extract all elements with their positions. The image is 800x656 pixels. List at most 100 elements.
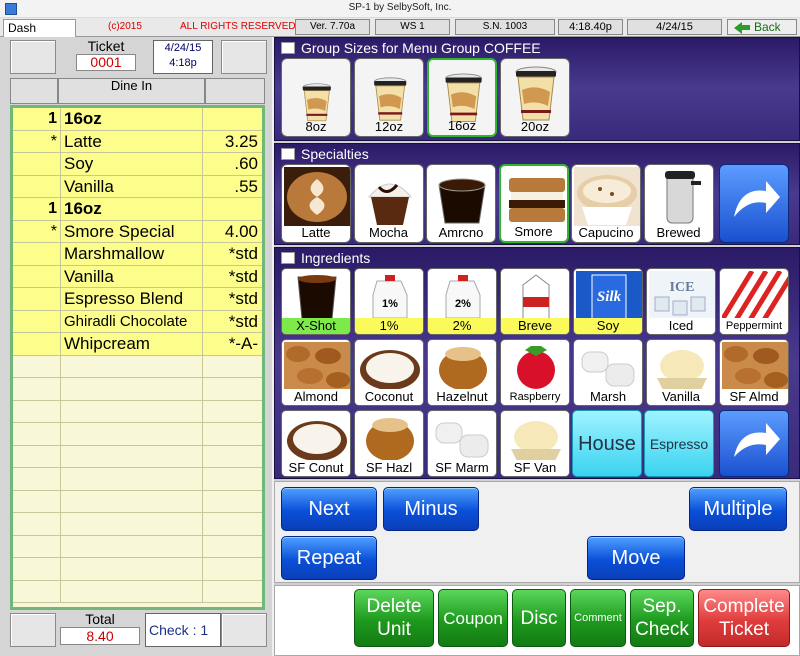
ingredient-coconut[interactable]: Coconut <box>354 339 424 406</box>
table-row[interactable] <box>13 423 262 446</box>
specialty-amrcno[interactable]: Amrcno <box>426 164 496 243</box>
ingredient-hazelnut[interactable]: Hazelnut <box>427 339 497 406</box>
specialty-capucino[interactable]: Capucino <box>571 164 641 243</box>
size-button-12oz[interactable]: 12oz <box>354 58 424 137</box>
specialty-mocha[interactable]: Mocha <box>353 164 424 243</box>
ingredient-sf-conut[interactable]: SF Conut <box>281 410 351 477</box>
ingredient-picture <box>503 271 569 320</box>
table-row[interactable]: Vanilla *std <box>13 265 262 288</box>
minus-button[interactable]: Minus <box>383 487 479 531</box>
ingredient-1-[interactable]: 1% 1% <box>354 268 424 335</box>
complete-ticket-button[interactable]: Complete Ticket <box>698 589 790 647</box>
comment-button[interactable]: Comment <box>570 589 626 647</box>
line-item <box>61 355 203 377</box>
delete-unit-button[interactable]: Delete Unit <box>354 589 434 647</box>
line-price: .60 <box>234 154 258 173</box>
disc-button[interactable]: Disc <box>512 589 566 647</box>
line-price: *std <box>228 311 258 331</box>
table-row[interactable] <box>13 445 262 468</box>
table-row[interactable]: Soy .60 <box>13 153 262 176</box>
line-price <box>203 446 262 468</box>
ingredient-sf-marm[interactable]: SF Marm <box>427 410 497 477</box>
table-row[interactable] <box>13 355 262 378</box>
specialties-checkbox[interactable] <box>281 148 295 160</box>
size-button-16oz[interactable]: 16oz <box>427 58 497 137</box>
table-row[interactable]: 1 16oz <box>13 108 262 131</box>
specialty-brewed[interactable]: Brewed <box>643 164 714 243</box>
milk-jug-icon: 1% <box>357 271 423 320</box>
order-list[interactable]: 1 16oz * Latte 3.25 Soy .60 Vanilla .55 1 16oz * Smo… <box>10 105 265 610</box>
table-row[interactable]: Vanilla .55 <box>13 175 262 198</box>
ticket-nav-left-button[interactable] <box>10 40 56 74</box>
ingredients-next-button[interactable] <box>719 410 789 477</box>
house-button[interactable]: House <box>572 410 642 477</box>
specialty-smore[interactable]: Smore <box>498 164 569 243</box>
table-row[interactable] <box>13 513 262 536</box>
ingredient-label: SF Marm <box>428 460 496 476</box>
total-label: Total <box>85 611 115 627</box>
table-row[interactable]: Espresso Blend *std <box>13 288 262 311</box>
line-item <box>61 468 203 490</box>
specialties-next-button[interactable] <box>719 164 789 243</box>
table-row[interactable]: 1 16oz <box>13 198 262 221</box>
next-button[interactable]: Next <box>281 487 377 531</box>
back-arrow-shaft <box>742 25 750 31</box>
table-row[interactable] <box>13 580 262 603</box>
specialty-latte[interactable]: Latte <box>281 164 351 243</box>
ingredient-picture <box>284 271 350 320</box>
raspberry-icon <box>503 342 569 391</box>
ingredient-x-shot[interactable]: X-Shot <box>281 268 351 335</box>
rights-text: ALL RIGHTS RESERVED <box>180 21 296 32</box>
ingredient-sf-hazl[interactable]: SF Hazl <box>354 410 424 477</box>
specialties-title: Specialties <box>301 146 369 162</box>
table-row[interactable] <box>13 535 262 558</box>
repeat-button[interactable]: Repeat <box>281 536 377 580</box>
ingredient-picture <box>284 413 350 462</box>
footer-left-button[interactable] <box>10 613 56 647</box>
ingredient-iced[interactable]: ICE Iced <box>646 268 716 335</box>
ingredient-soy[interactable]: Silk Soy <box>573 268 643 335</box>
table-row[interactable]: * Smore Special 4.00 <box>13 220 262 243</box>
multiple-button[interactable]: Multiple <box>689 487 787 531</box>
ticket-nav-right-button[interactable] <box>221 40 267 74</box>
ingredient-vanilla[interactable]: Vanilla <box>646 339 716 406</box>
peppermint-icon <box>720 269 788 322</box>
window-titlebar: SP-1 by SelbySoft, Inc. <box>0 0 800 18</box>
table-row[interactable]: Ghiradli Chocolate *std <box>13 310 262 333</box>
table-row[interactable] <box>13 400 262 423</box>
ingredient-breve[interactable]: Breve <box>500 268 570 335</box>
ingredient-sf-almd[interactable]: SF Almd <box>719 339 789 406</box>
footer-right-button[interactable] <box>221 613 267 647</box>
ingredient-raspberry[interactable]: Raspberry <box>500 339 570 406</box>
size-button-8oz[interactable]: 8oz <box>281 58 351 137</box>
table-row[interactable] <box>13 378 262 401</box>
line-price <box>203 198 262 220</box>
ingredient-peppermint[interactable]: Peppermint <box>719 268 789 335</box>
back-button[interactable]: Back <box>727 19 797 35</box>
tab-dashboard[interactable]: Dash Board <box>3 19 76 52</box>
sep-check-button[interactable]: Sep. Check <box>630 589 694 647</box>
table-row[interactable] <box>13 468 262 491</box>
ingredient-2-[interactable]: 2% 2% <box>427 268 497 335</box>
ingredient-almond[interactable]: Almond <box>281 339 351 406</box>
table-row[interactable] <box>13 490 262 513</box>
line-item: Latte <box>61 130 203 152</box>
ingredient-marsh[interactable]: Marsh <box>573 339 643 406</box>
table-row[interactable]: * Latte 3.25 <box>13 130 262 153</box>
coupon-button[interactable]: Coupon <box>438 589 508 647</box>
size-button-20oz[interactable]: 20oz <box>500 58 570 137</box>
espresso-button[interactable]: Espresso <box>644 410 714 477</box>
move-button[interactable]: Move <box>587 536 685 580</box>
svg-text:ICE: ICE <box>670 280 695 295</box>
table-row[interactable]: Whipcream *-A- <box>13 333 262 356</box>
line-qty <box>13 378 61 400</box>
ingredients-checkbox[interactable] <box>281 252 295 264</box>
table-row[interactable] <box>13 558 262 581</box>
group-sizes-checkbox[interactable] <box>281 42 295 54</box>
specialty-label: Capucino <box>578 225 634 240</box>
ingredient-label: 1% <box>355 318 423 334</box>
ingredient-sf-van[interactable]: SF Van <box>500 410 570 477</box>
table-row[interactable]: Marshmallow *std <box>13 243 262 266</box>
line-qty <box>13 535 61 557</box>
ticket-datetime: 4/24/15 4:18p <box>153 40 213 74</box>
